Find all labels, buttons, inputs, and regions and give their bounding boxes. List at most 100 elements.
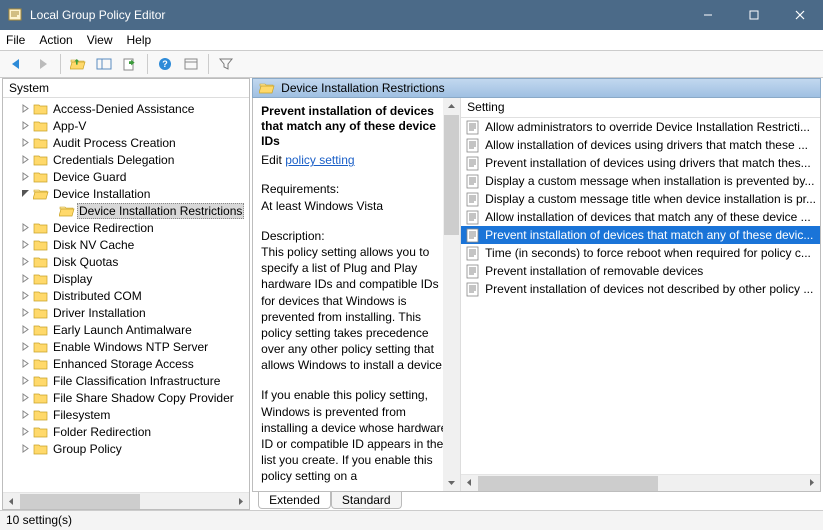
expand-icon[interactable]	[21, 342, 31, 351]
expand-icon[interactable]	[21, 393, 31, 402]
expand-icon[interactable]	[21, 172, 31, 181]
menu-view[interactable]: View	[87, 33, 113, 47]
setting-item[interactable]: Prevent installation of devices using dr…	[461, 154, 820, 172]
expand-icon[interactable]	[21, 291, 31, 300]
tree-item[interactable]: Credentials Delegation	[3, 151, 249, 168]
tree-item[interactable]: Enable Windows NTP Server	[3, 338, 249, 355]
tree-item[interactable]: Group Policy	[3, 440, 249, 457]
expand-icon[interactable]	[21, 121, 31, 130]
settings-column-header[interactable]: Setting	[461, 98, 820, 118]
tree-item[interactable]: Device Guard	[3, 168, 249, 185]
expand-icon[interactable]	[21, 427, 31, 436]
setting-item[interactable]: Allow administrators to override Device …	[461, 118, 820, 136]
scroll-right-icon[interactable]	[803, 475, 820, 491]
setting-item[interactable]: Time (in seconds) to force reboot when r…	[461, 244, 820, 262]
properties-button[interactable]	[180, 53, 202, 75]
tree-item[interactable]: Driver Installation	[3, 304, 249, 321]
collapse-icon[interactable]	[21, 189, 31, 198]
minimize-button[interactable]	[685, 0, 731, 30]
tree-item-label: Device Installation Restrictions	[77, 203, 244, 219]
tree-header[interactable]: System	[3, 79, 249, 98]
tree-item[interactable]: Disk NV Cache	[3, 236, 249, 253]
expand-icon[interactable]	[21, 359, 31, 368]
expand-icon[interactable]	[21, 444, 31, 453]
filter-button[interactable]	[215, 53, 237, 75]
setting-label: Prevent installation of devices using dr…	[485, 156, 811, 170]
up-button[interactable]	[67, 53, 89, 75]
tree-item[interactable]: Device Installation Restrictions	[3, 202, 249, 219]
settings-h-scrollbar[interactable]	[461, 474, 820, 491]
tree-item[interactable]: Device Installation	[3, 185, 249, 202]
scroll-right-icon[interactable]	[232, 493, 249, 510]
setting-item[interactable]: Display a custom message title when devi…	[461, 190, 820, 208]
menu-help[interactable]: Help	[127, 33, 152, 47]
details-header: Device Installation Restrictions	[252, 78, 821, 98]
settings-list[interactable]: Allow administrators to override Device …	[461, 118, 820, 473]
expand-icon[interactable]	[21, 223, 31, 232]
title-bar: Local Group Policy Editor	[0, 0, 823, 30]
expand-icon[interactable]	[21, 274, 31, 283]
setting-item[interactable]: Display a custom message when installati…	[461, 172, 820, 190]
tree-pane: System Access-Denied AssistanceApp-VAudi…	[2, 78, 250, 510]
scroll-down-icon[interactable]	[443, 474, 460, 491]
menu-file[interactable]: File	[6, 33, 25, 47]
help-button[interactable]: ?	[154, 53, 176, 75]
show-hide-tree-button[interactable]	[93, 53, 115, 75]
tree-item-label: Early Launch Antimalware	[51, 323, 194, 337]
setting-label: Prevent installation of removable device…	[485, 264, 703, 278]
tree-item[interactable]: App-V	[3, 117, 249, 134]
scroll-up-icon[interactable]	[443, 98, 460, 115]
edit-policy-link[interactable]: policy setting	[285, 153, 354, 167]
policy-icon	[465, 264, 481, 279]
tree-item[interactable]: Folder Redirection	[3, 423, 249, 440]
tree-item[interactable]: Access-Denied Assistance	[3, 100, 249, 117]
scroll-left-icon[interactable]	[461, 475, 478, 491]
tree-item[interactable]: Audit Process Creation	[3, 134, 249, 151]
scroll-thumb[interactable]	[20, 494, 140, 509]
scroll-left-icon[interactable]	[3, 493, 20, 510]
setting-item[interactable]: Allow installation of devices using driv…	[461, 136, 820, 154]
expand-icon[interactable]	[21, 155, 31, 164]
tree-item[interactable]: Device Redirection	[3, 219, 249, 236]
tree-view[interactable]: Access-Denied AssistanceApp-VAudit Proce…	[3, 98, 249, 492]
expand-icon[interactable]	[21, 257, 31, 266]
tree-item[interactable]: Enhanced Storage Access	[3, 355, 249, 372]
expand-icon[interactable]	[21, 410, 31, 419]
description-v-scrollbar[interactable]	[443, 98, 460, 490]
menu-action[interactable]: Action	[39, 33, 72, 47]
expand-icon[interactable]	[21, 240, 31, 249]
tree-item[interactable]: File Classification Infrastructure	[3, 372, 249, 389]
tab-extended[interactable]: Extended	[258, 492, 331, 509]
forward-button[interactable]	[32, 53, 54, 75]
tree-item[interactable]: Display	[3, 270, 249, 287]
back-button[interactable]	[6, 53, 28, 75]
setting-item[interactable]: Allow installation of devices that match…	[461, 208, 820, 226]
expand-icon[interactable]	[21, 138, 31, 147]
expand-icon[interactable]	[21, 325, 31, 334]
tree-item[interactable]: Distributed COM	[3, 287, 249, 304]
scroll-thumb[interactable]	[478, 476, 658, 491]
tree-item-label: Device Guard	[51, 170, 128, 184]
tree-item[interactable]: Filesystem	[3, 406, 249, 423]
tree-h-scrollbar[interactable]	[3, 492, 249, 509]
requirements-value: At least Windows Vista	[261, 199, 383, 213]
setting-item[interactable]: Prevent installation of removable device…	[461, 262, 820, 280]
expand-icon[interactable]	[21, 376, 31, 385]
expand-icon[interactable]	[21, 104, 31, 113]
scroll-thumb[interactable]	[444, 115, 459, 235]
tree-item[interactable]: Early Launch Antimalware	[3, 321, 249, 338]
folder-icon	[33, 136, 49, 149]
tree-item[interactable]: Disk Quotas	[3, 253, 249, 270]
setting-label: Display a custom message when installati…	[485, 174, 814, 188]
export-button[interactable]	[119, 53, 141, 75]
tab-standard[interactable]: Standard	[331, 492, 402, 509]
close-button[interactable]	[777, 0, 823, 30]
setting-item[interactable]: Prevent installation of devices that mat…	[461, 226, 820, 244]
details-pane: Device Installation Restrictions Prevent…	[252, 78, 821, 510]
maximize-button[interactable]	[731, 0, 777, 30]
folder-icon	[33, 102, 49, 115]
tree-item-label: Access-Denied Assistance	[51, 102, 196, 116]
expand-icon[interactable]	[21, 308, 31, 317]
setting-item[interactable]: Prevent installation of devices not desc…	[461, 280, 820, 298]
tree-item[interactable]: File Share Shadow Copy Provider	[3, 389, 249, 406]
